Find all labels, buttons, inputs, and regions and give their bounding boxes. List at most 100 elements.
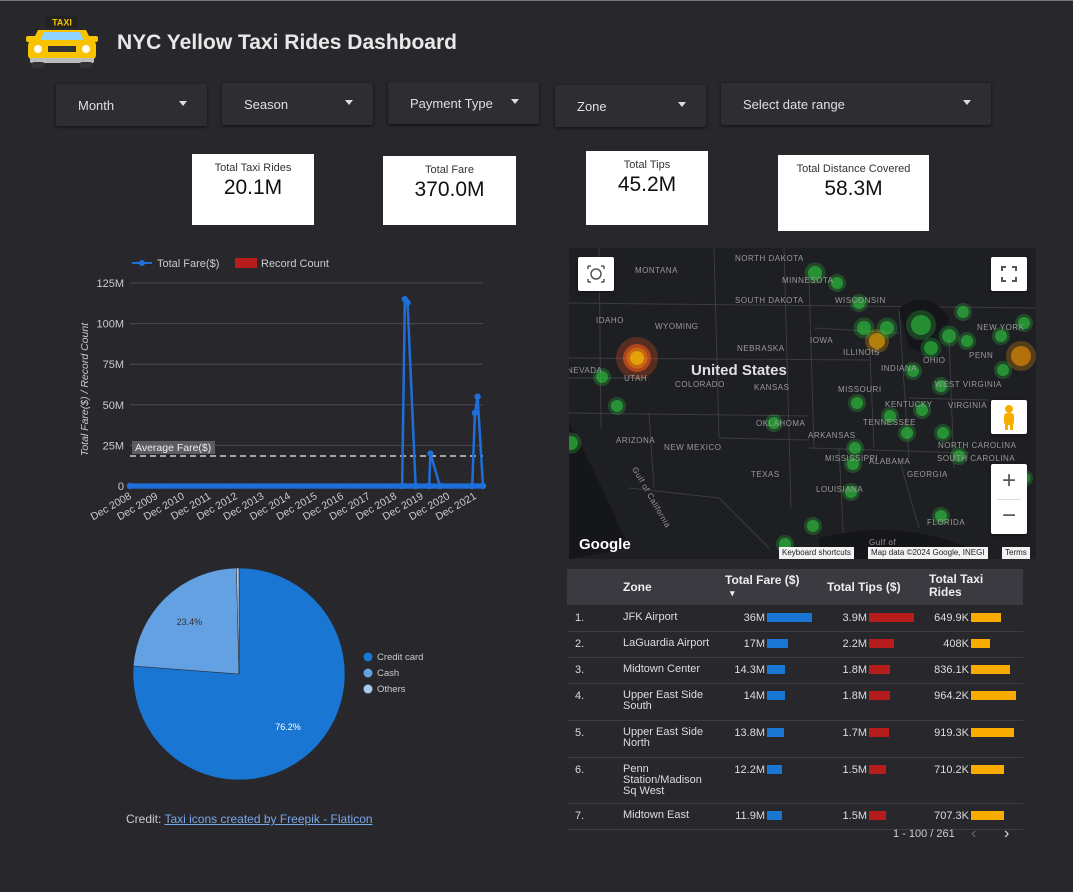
map-label-idaho: IDAHO xyxy=(596,316,624,325)
zoom-in-button[interactable]: + xyxy=(991,464,1027,499)
chevron-down-icon xyxy=(678,102,686,107)
map-label-new-mexico: NEW MEXICO xyxy=(664,443,722,452)
taxi-logo-text: TAXI xyxy=(52,18,72,28)
payment-type-filter[interactable]: Payment Type xyxy=(388,82,539,124)
legend-fare-label: Total Fare($) xyxy=(157,258,219,270)
credit-prefix: Credit: xyxy=(126,812,162,826)
total-fare-value: 11.9M xyxy=(735,810,765,822)
month-filter[interactable]: Month xyxy=(56,84,207,126)
map-label-ohio: OHIO xyxy=(923,356,946,365)
data-point xyxy=(471,409,479,417)
zone-filter-label: Zone xyxy=(577,99,607,114)
zoom-out-button[interactable]: − xyxy=(991,499,1027,534)
kpi-total-tips: Total Tips 45.2M xyxy=(586,151,708,225)
table-row[interactable]: 5. Upper East Side North 13.8M 1.7M 919.3K xyxy=(567,720,1023,758)
zone-name: Penn Station/Madison Sq West xyxy=(623,763,702,797)
heat-spot xyxy=(807,520,819,532)
data-point xyxy=(404,299,411,306)
total-tips-value: 1.8M xyxy=(842,664,867,676)
total-fare-value: 17M xyxy=(743,638,765,650)
heat-spot xyxy=(880,321,894,335)
header-zone[interactable]: Zone xyxy=(623,580,652,594)
chevron-down-icon xyxy=(345,100,353,105)
map-label-colorado: COLORADO xyxy=(675,380,725,389)
zoom-control: + − xyxy=(991,464,1027,534)
pie-value-label: 76.2% xyxy=(275,722,301,732)
table-row[interactable]: 3. Midtown Center 14.3M 1.8M 836.1K xyxy=(567,657,1023,684)
legend-label: Others xyxy=(377,684,406,695)
data-point xyxy=(425,482,433,490)
season-filter[interactable]: Season xyxy=(222,83,373,125)
total-rides-bar xyxy=(971,765,1005,774)
top-border xyxy=(0,0,1073,1)
data-point xyxy=(427,450,434,457)
total-tips-bar xyxy=(869,613,914,622)
total-fare-value: 12.2M xyxy=(734,764,765,776)
pagination-label: 1 - 100 / 261 xyxy=(893,828,955,840)
map-data-attribution: Map data ©2024 Google, INEGI xyxy=(868,547,988,559)
map-label-arizona: ARIZONA xyxy=(616,436,656,445)
next-page-icon[interactable]: › xyxy=(1004,825,1009,843)
country-label: United States xyxy=(691,362,787,379)
heat-spot xyxy=(937,427,949,439)
total-tips-bar xyxy=(869,665,890,674)
total-rides-value: 964.2K xyxy=(934,690,969,702)
legend-fare-marker xyxy=(139,260,145,266)
total-tips-value: 3.9M xyxy=(842,612,867,624)
data-point xyxy=(474,393,481,400)
total-tips-bar xyxy=(869,765,887,774)
zone-name: Midtown East xyxy=(623,809,690,821)
table-row[interactable]: 6. Penn Station/Madison Sq West 12.2M 1.5M 7… xyxy=(567,757,1023,804)
pegman-icon[interactable] xyxy=(991,400,1027,434)
date-range-filter[interactable]: Select date range xyxy=(721,83,991,125)
total-rides-bar xyxy=(971,811,1004,820)
sort-desc-icon[interactable]: ▾ xyxy=(730,588,735,599)
row-number: 2. xyxy=(575,638,585,650)
total-rides-value: 836.1K xyxy=(934,664,969,676)
locate-icon[interactable] xyxy=(578,257,614,291)
legend-label: Cash xyxy=(377,668,399,679)
total-rides-bar xyxy=(971,691,1016,700)
total-tips-value: 2.2M xyxy=(842,638,867,650)
map-label-missouri: MISSOURI xyxy=(838,385,882,394)
heat-map[interactable]: NORTH DAKOTA MONTANA MINNESOTA SOUTH DAKOTA… xyxy=(569,248,1036,559)
map-label-kentucky: KENTUCKY xyxy=(885,400,933,409)
header-total-fare[interactable]: Total Fare ($) xyxy=(725,573,799,587)
prev-page-icon[interactable]: ‹ xyxy=(971,825,976,843)
map-label-alabama: ALABAMA xyxy=(869,457,911,466)
row-number: 5. xyxy=(575,727,585,739)
row-number: 4. xyxy=(575,690,585,702)
fullscreen-icon[interactable] xyxy=(991,257,1027,291)
total-tips-bar xyxy=(869,691,890,700)
total-tips-value: 1.5M xyxy=(842,764,867,776)
total-tips-bar xyxy=(869,639,895,648)
legend-label: Credit card xyxy=(377,652,423,663)
header-total-rides[interactable]: Total Taxi Rides xyxy=(929,573,999,599)
keyboard-shortcuts-link[interactable]: Keyboard shortcuts xyxy=(779,547,854,559)
total-rides-value: 707.3K xyxy=(934,810,969,822)
chevron-down-icon xyxy=(179,101,187,106)
map-label-georgia: GEORGIA xyxy=(907,470,948,479)
y-axis-label: Total Fare($) / Record Count xyxy=(79,322,91,456)
table-row[interactable]: 4. Upper East Side South 14M 1.8M 964.2K xyxy=(567,683,1023,721)
heat-spot xyxy=(857,321,871,335)
total-rides-bar xyxy=(971,639,990,648)
payment-type-filter-label: Payment Type xyxy=(410,96,493,111)
terms-link[interactable]: Terms xyxy=(1002,547,1030,559)
map-label-indiana: INDIANA xyxy=(881,364,917,373)
zone-filter[interactable]: Zone xyxy=(555,85,706,127)
map-label-minnesota: MINNESOTA xyxy=(782,276,834,285)
heat-spot xyxy=(901,427,913,439)
y-tick-label: 100M xyxy=(96,319,124,331)
table-row[interactable]: 1. JFK Airport 36M 3.9M 649.9K xyxy=(567,605,1023,632)
total-fare-bar xyxy=(767,613,812,622)
header-total-tips[interactable]: Total Tips ($) xyxy=(827,580,901,594)
kpi-total-fare: Total Fare 370.0M xyxy=(383,156,516,225)
chevron-down-icon xyxy=(511,99,519,104)
kpi-label: Total Distance Covered xyxy=(796,163,911,175)
table-row[interactable]: 2. LaGuardia Airport 17M 2.2M 408K xyxy=(567,631,1023,658)
table-row[interactable]: 7. Midtown East 11.9M 1.5M 707.3K xyxy=(567,803,1023,830)
row-number: 7. xyxy=(575,810,585,822)
credit-link[interactable]: Taxi icons created by Freepik - Flaticon xyxy=(164,812,372,826)
total-rides-value: 649.9K xyxy=(934,612,969,624)
